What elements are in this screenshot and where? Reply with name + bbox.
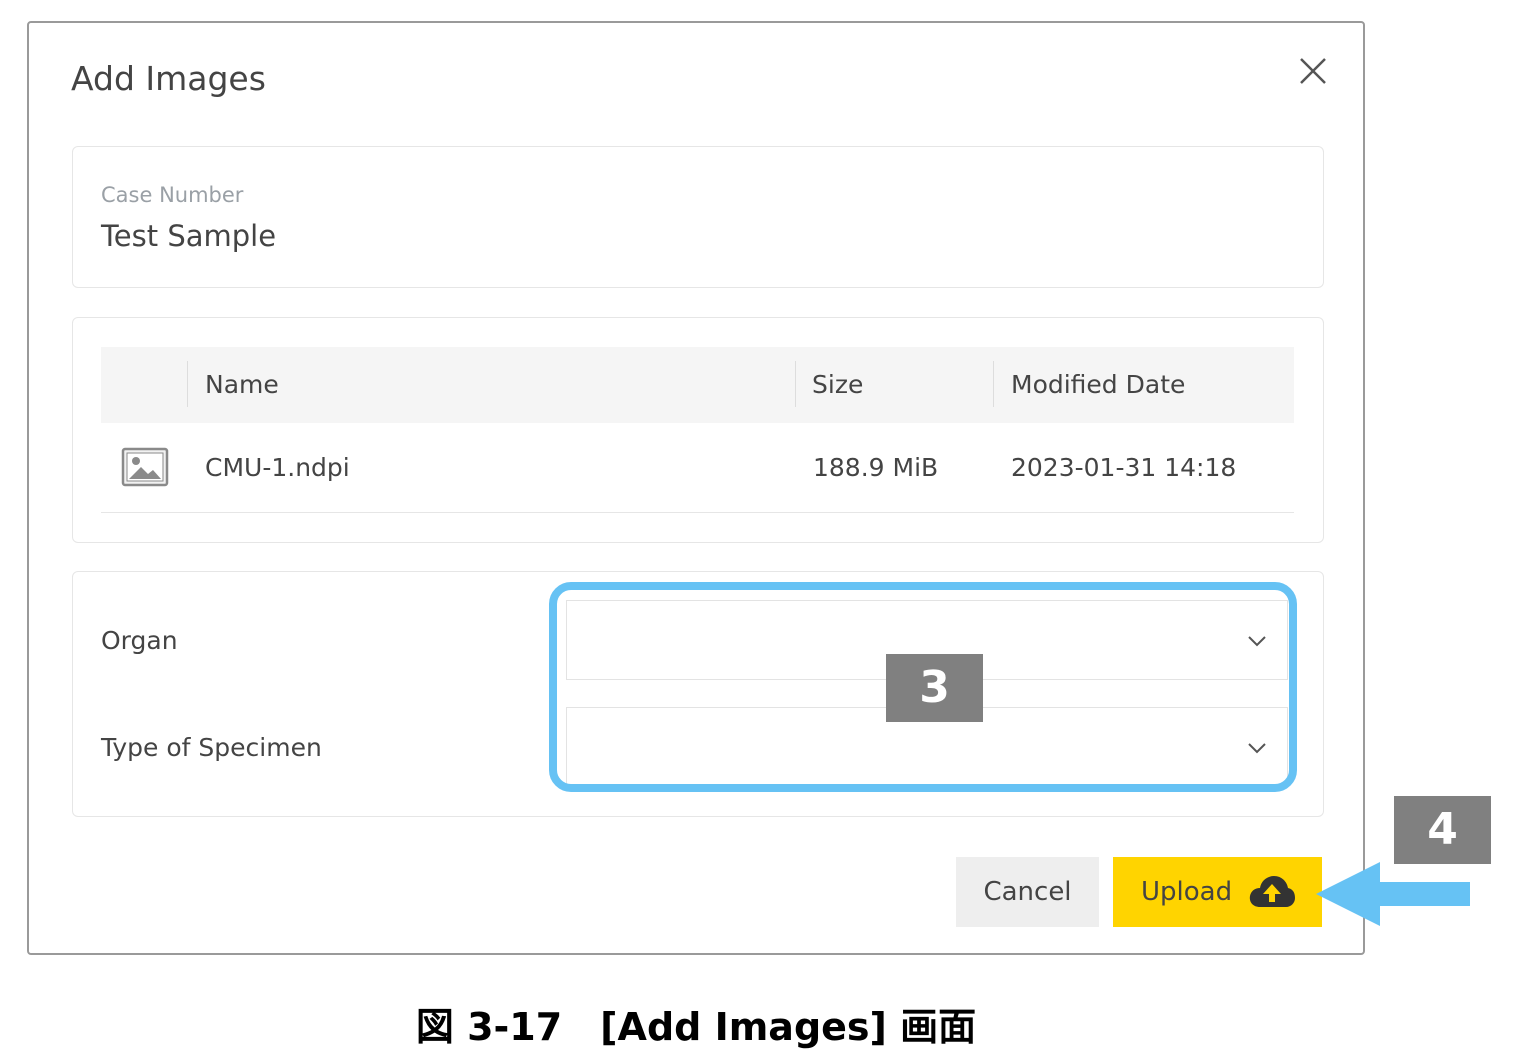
case-number-value: Test Sample <box>101 219 277 253</box>
file-size: 188.9 MiB <box>813 453 939 482</box>
table-row[interactable]: CMU-1.ndpi 188.9 MiB 2023-01-31 14:18 <box>101 423 1294 513</box>
close-button[interactable] <box>1295 53 1331 89</box>
file-modified-date: 2023-01-31 14:18 <box>1011 453 1237 482</box>
column-header-size[interactable]: Size <box>812 347 863 423</box>
annotation-callout-4: 4 <box>1394 796 1491 864</box>
image-file-icon <box>121 447 169 487</box>
column-separator <box>795 361 796 407</box>
annotation-callout-3: 3 <box>886 654 983 722</box>
cancel-button[interactable]: Cancel <box>956 857 1099 927</box>
table-header: Name Size Modified Date <box>101 347 1294 423</box>
column-header-name[interactable]: Name <box>205 347 279 423</box>
column-header-modified-date[interactable]: Modified Date <box>1011 347 1185 423</box>
case-number-label: Case Number <box>101 183 244 207</box>
file-name: CMU-1.ndpi <box>205 453 350 482</box>
upload-button-label: Upload <box>1141 877 1233 907</box>
chevron-down-icon <box>1248 636 1266 647</box>
column-separator <box>993 361 994 407</box>
add-images-dialog: Add Images Case Number Test Sample Name … <box>27 21 1365 955</box>
close-icon <box>1300 58 1326 84</box>
cloud-upload-icon <box>1249 876 1295 907</box>
chevron-down-icon <box>1248 743 1266 754</box>
organ-label: Organ <box>101 626 178 655</box>
column-separator <box>187 361 188 407</box>
figure-caption: 図 3-17 [Add Images] 画面 <box>415 1005 977 1049</box>
file-table: Name Size Modified Date CMU-1.ndpi 188.9… <box>101 347 1294 513</box>
cancel-button-label: Cancel <box>983 877 1072 907</box>
case-number-card: Case Number Test Sample <box>72 146 1324 288</box>
specimen-type-label: Type of Specimen <box>101 733 322 762</box>
file-list-card: Name Size Modified Date CMU-1.ndpi 188.9… <box>72 317 1324 543</box>
metadata-card: Organ Type of Specimen <box>72 571 1324 817</box>
upload-button[interactable]: Upload <box>1113 857 1322 927</box>
dialog-title: Add Images <box>71 59 266 98</box>
